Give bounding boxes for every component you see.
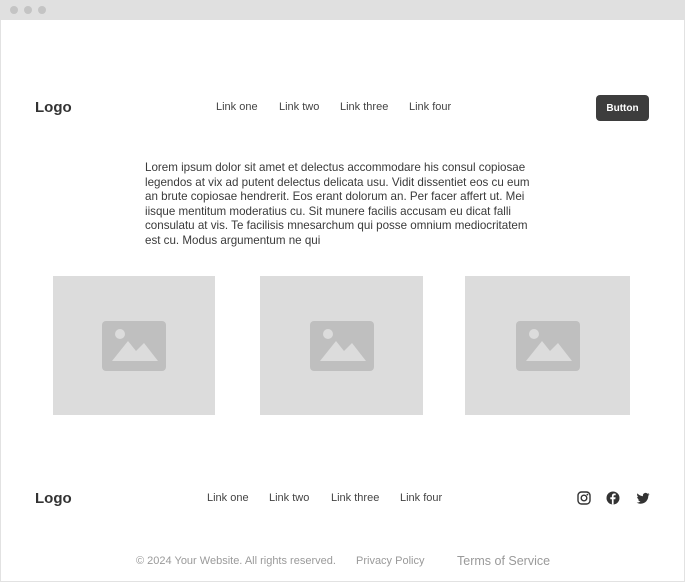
instagram-icon[interactable] xyxy=(577,491,591,505)
terms-of-service-link[interactable]: Terms of Service xyxy=(457,554,550,568)
header-link-two[interactable]: Link two xyxy=(279,101,319,113)
maximize-window-button[interactable] xyxy=(38,6,46,14)
footer-link-three[interactable]: Link three xyxy=(331,492,379,504)
image-placeholder-icon xyxy=(102,320,166,371)
hero-paragraph: Lorem ipsum dolor sit amet et delectus a… xyxy=(145,161,530,247)
minimize-window-button[interactable] xyxy=(24,6,32,14)
privacy-policy-link[interactable]: Privacy Policy xyxy=(356,555,424,567)
header-logo[interactable]: Logo xyxy=(35,99,72,116)
gallery-image-2[interactable] xyxy=(260,276,423,415)
header-link-three[interactable]: Link three xyxy=(340,101,388,113)
footer-link-two[interactable]: Link two xyxy=(269,492,309,504)
twitter-icon[interactable] xyxy=(636,491,650,505)
footer-link-one[interactable]: Link one xyxy=(207,492,249,504)
footer-link-four[interactable]: Link four xyxy=(400,492,442,504)
header-cta-button[interactable]: Button xyxy=(596,95,649,121)
gallery-image-1[interactable] xyxy=(53,276,215,415)
gallery-image-3[interactable] xyxy=(465,276,630,415)
facebook-icon[interactable] xyxy=(606,491,620,505)
header-link-four[interactable]: Link four xyxy=(409,101,451,113)
copyright-text: © 2024 Your Website. All rights reserved… xyxy=(136,555,336,567)
image-placeholder-icon xyxy=(515,320,580,371)
footer-logo[interactable]: Logo xyxy=(35,490,72,507)
close-window-button[interactable] xyxy=(10,6,18,14)
header-link-one[interactable]: Link one xyxy=(216,101,258,113)
image-placeholder-icon xyxy=(309,320,374,371)
window-titlebar xyxy=(0,0,685,20)
